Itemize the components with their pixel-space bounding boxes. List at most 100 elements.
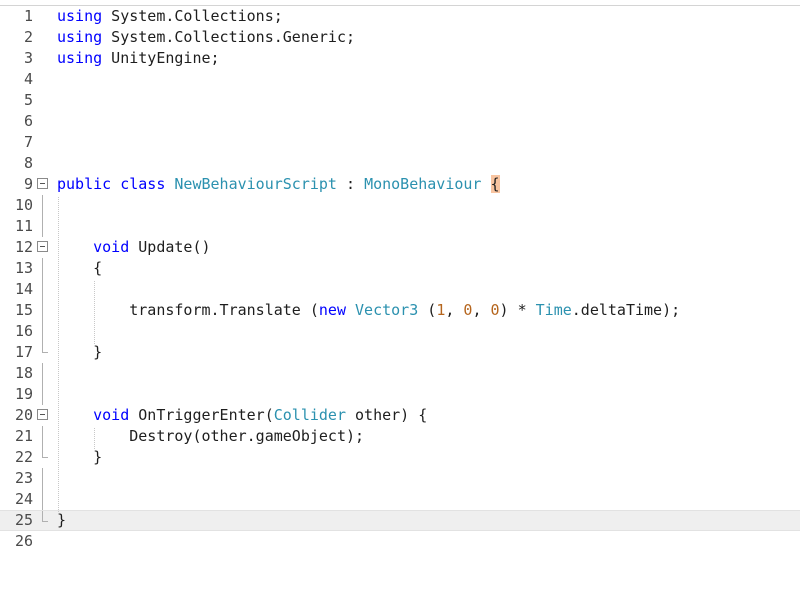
code-text: transform.Translate (new Vector3 (1, 0, … xyxy=(57,300,680,321)
code-line[interactable]: 10 xyxy=(0,195,800,216)
code-line[interactable]: 17 } xyxy=(0,342,800,363)
line-number: 1 xyxy=(23,7,33,25)
code-token: { xyxy=(57,259,103,277)
line-number: 7 xyxy=(23,133,33,151)
code-line[interactable]: 16 xyxy=(0,321,800,342)
code-token: } xyxy=(57,448,103,466)
code-line[interactable]: 9 public class NewBehaviourScript : MonoB… xyxy=(0,174,800,195)
code-line[interactable]: 18 xyxy=(0,363,800,384)
code-line[interactable]: 20 void OnTriggerEnter(Collider other) { xyxy=(0,405,800,426)
code-line[interactable]: 15 transform.Translate (new Vector3 (1, … xyxy=(0,300,800,321)
fold-guide-line xyxy=(42,321,43,342)
code-line[interactable]: 6 xyxy=(0,111,800,132)
code-token: ) * xyxy=(499,301,536,319)
indent-guide xyxy=(94,428,95,449)
code-text: } xyxy=(57,342,102,363)
code-line[interactable]: 12 void Update() xyxy=(0,237,800,258)
fold-guide-line xyxy=(42,300,43,321)
code-line[interactable]: 19 xyxy=(0,384,800,405)
code-token: NewBehaviourScript xyxy=(174,175,337,193)
code-line[interactable]: 11 xyxy=(0,216,800,237)
code-line[interactable]: 14 xyxy=(0,279,800,300)
collapse-toggle-icon[interactable] xyxy=(37,409,48,420)
line-number: 11 xyxy=(14,217,33,235)
code-token: MonoBehaviour xyxy=(364,175,482,193)
line-number: 19 xyxy=(14,385,33,403)
code-token: .deltaTime); xyxy=(571,301,681,319)
code-token: using xyxy=(57,28,103,46)
line-number: 4 xyxy=(23,70,33,88)
line-number: 25 xyxy=(14,511,33,529)
fold-guide-line xyxy=(42,468,43,489)
fold-guide-line xyxy=(42,426,43,447)
fold-guide-line xyxy=(42,363,43,384)
code-token: } xyxy=(57,343,103,361)
code-line[interactable]: 5 xyxy=(0,90,800,111)
code-line[interactable]: 23 xyxy=(0,468,800,489)
code-line[interactable]: 25} xyxy=(0,510,800,531)
code-token: void xyxy=(93,406,130,424)
line-number: 16 xyxy=(14,322,33,340)
code-line[interactable]: 24 xyxy=(0,489,800,510)
fold-guide-line xyxy=(42,384,43,405)
code-token: , xyxy=(445,301,464,319)
code-token: Update() xyxy=(129,238,211,256)
code-token: System.Collections.Generic; xyxy=(102,28,356,46)
line-number: 20 xyxy=(14,406,33,424)
line-number: 18 xyxy=(14,364,33,382)
fold-guide-line xyxy=(42,216,43,237)
code-token: Collider xyxy=(273,406,346,424)
code-token: Time xyxy=(535,301,572,319)
line-number: 23 xyxy=(14,469,33,487)
line-number: 6 xyxy=(23,112,33,130)
code-text: public class NewBehaviourScript : MonoBe… xyxy=(57,174,500,195)
code-token: ( xyxy=(418,301,437,319)
fold-guide-line xyxy=(42,489,43,510)
code-token: void xyxy=(93,238,130,256)
code-token: public xyxy=(57,175,112,193)
code-line[interactable]: 13 { xyxy=(0,258,800,279)
fold-end-marker xyxy=(42,447,48,458)
code-token: OnTriggerEnter( xyxy=(129,406,274,424)
code-token: , xyxy=(472,301,491,319)
code-token: transform.Translate ( xyxy=(57,301,319,319)
code-token: UnityEngine; xyxy=(102,49,220,67)
code-text: using UnityEngine; xyxy=(57,48,220,69)
code-token: : xyxy=(336,175,365,193)
code-line[interactable]: 7 xyxy=(0,132,800,153)
collapse-toggle-icon[interactable] xyxy=(37,178,48,189)
indent-guide xyxy=(58,197,59,512)
fold-end-marker xyxy=(42,342,48,353)
code-text: } xyxy=(57,511,66,530)
line-number: 8 xyxy=(23,154,33,172)
fold-guide-line xyxy=(42,195,43,216)
code-line[interactable]: 3 using UnityEngine; xyxy=(0,48,800,69)
code-token: 0 xyxy=(490,301,500,319)
code-token: using xyxy=(57,49,103,67)
code-token: class xyxy=(120,175,166,193)
line-number: 14 xyxy=(14,280,33,298)
fold-guide-line xyxy=(42,279,43,300)
code-text: { xyxy=(57,258,102,279)
code-line[interactable]: 21 Destroy(other.gameObject); xyxy=(0,426,800,447)
line-number: 10 xyxy=(14,196,33,214)
fold-guide-line xyxy=(42,258,43,279)
code-line[interactable]: 1 using System.Collections; xyxy=(0,6,800,27)
code-editor[interactable]: 1 using System.Collections; 2 using System.… xyxy=(0,6,800,600)
line-number: 15 xyxy=(14,301,33,319)
line-number: 26 xyxy=(14,532,33,550)
code-token: { xyxy=(490,175,500,193)
code-line[interactable]: 2 using System.Collections.Generic; xyxy=(0,27,800,48)
code-token: Vector3 xyxy=(355,301,419,319)
code-token: Destroy(other.gameObject); xyxy=(57,427,365,445)
code-token: } xyxy=(57,511,67,529)
collapse-toggle-icon[interactable] xyxy=(37,241,48,252)
code-line[interactable]: 4 xyxy=(0,69,800,90)
code-line[interactable]: 8 xyxy=(0,153,800,174)
code-line[interactable]: 26 xyxy=(0,531,800,552)
code-token: other) { xyxy=(346,406,428,424)
code-line[interactable]: 22 } xyxy=(0,447,800,468)
